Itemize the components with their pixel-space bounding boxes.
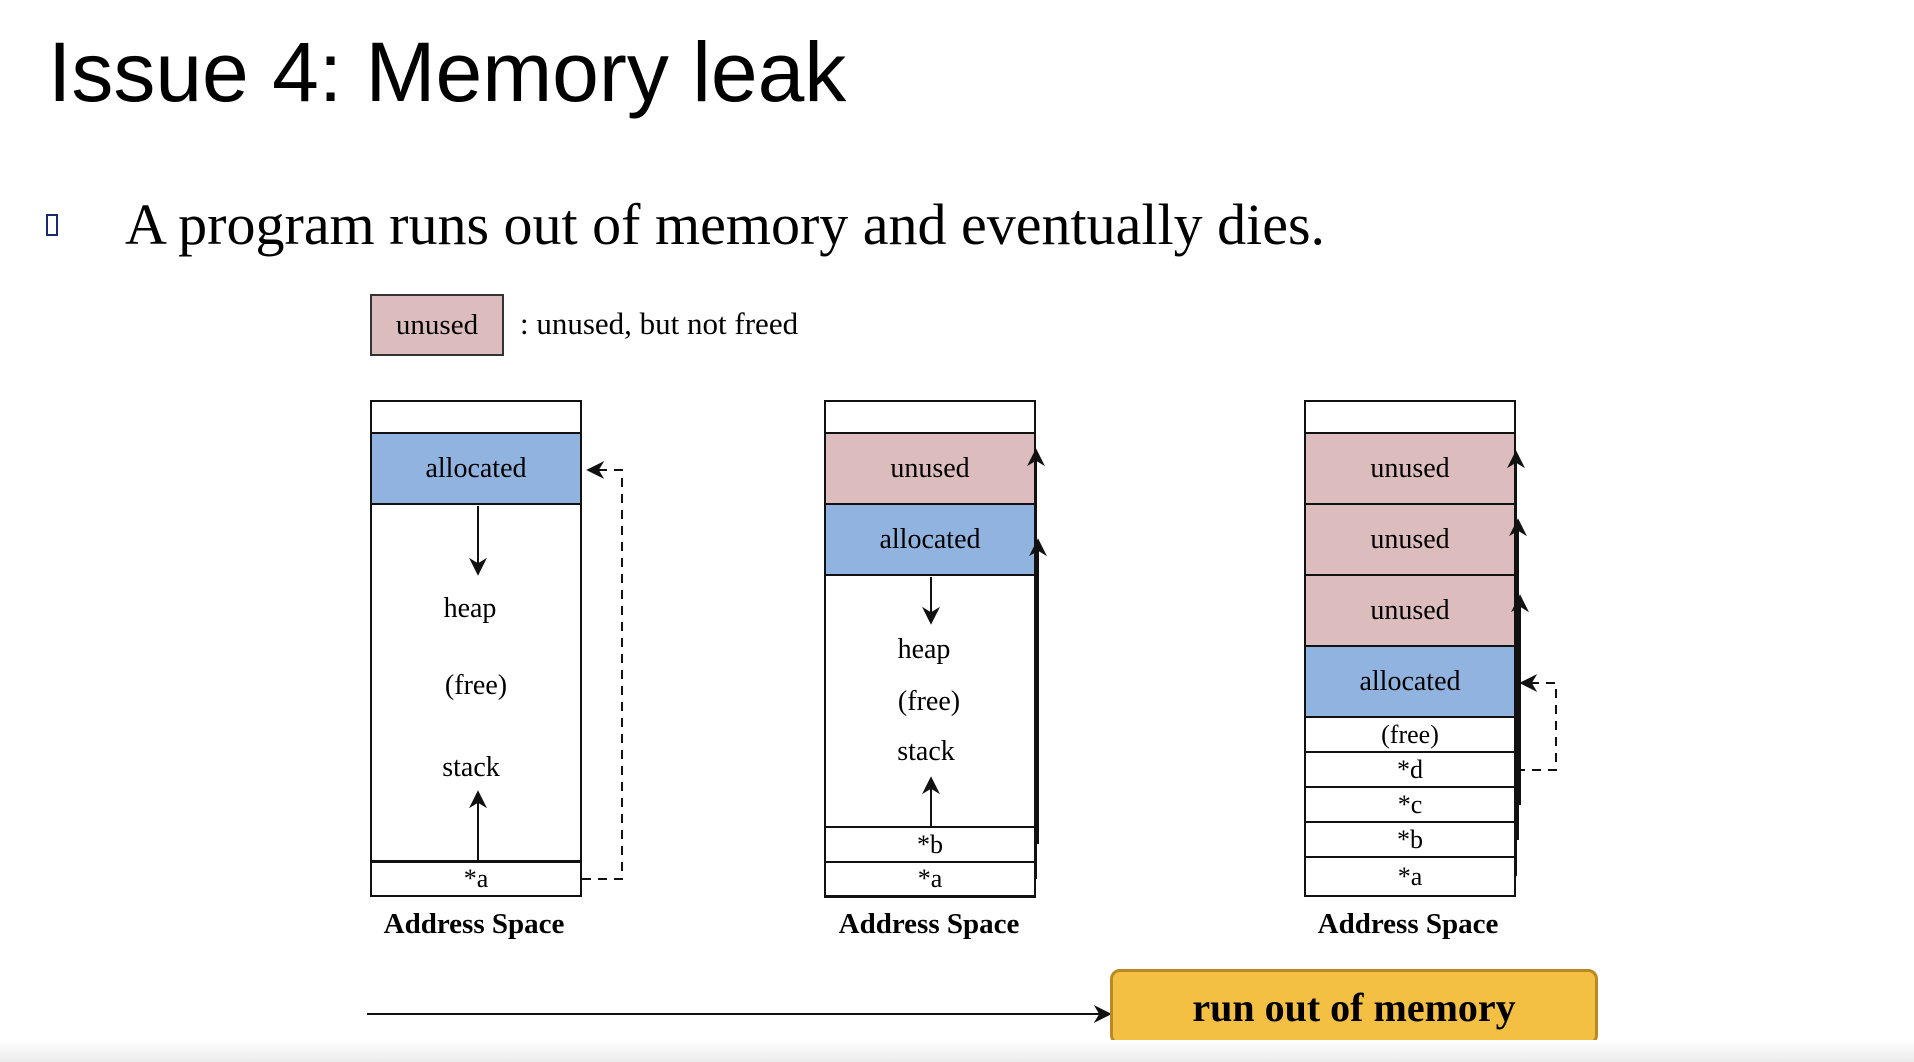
- connector-arrows: [367, 448, 1557, 1023]
- bottom-band: [0, 1040, 1914, 1062]
- outcome-label: run out of memory: [1192, 984, 1516, 1030]
- pointer-a-arrow: [582, 461, 623, 880]
- run-out-of-memory-box: run out of memory: [1110, 969, 1598, 1045]
- pointer-d-arrow: [1516, 674, 1557, 771]
